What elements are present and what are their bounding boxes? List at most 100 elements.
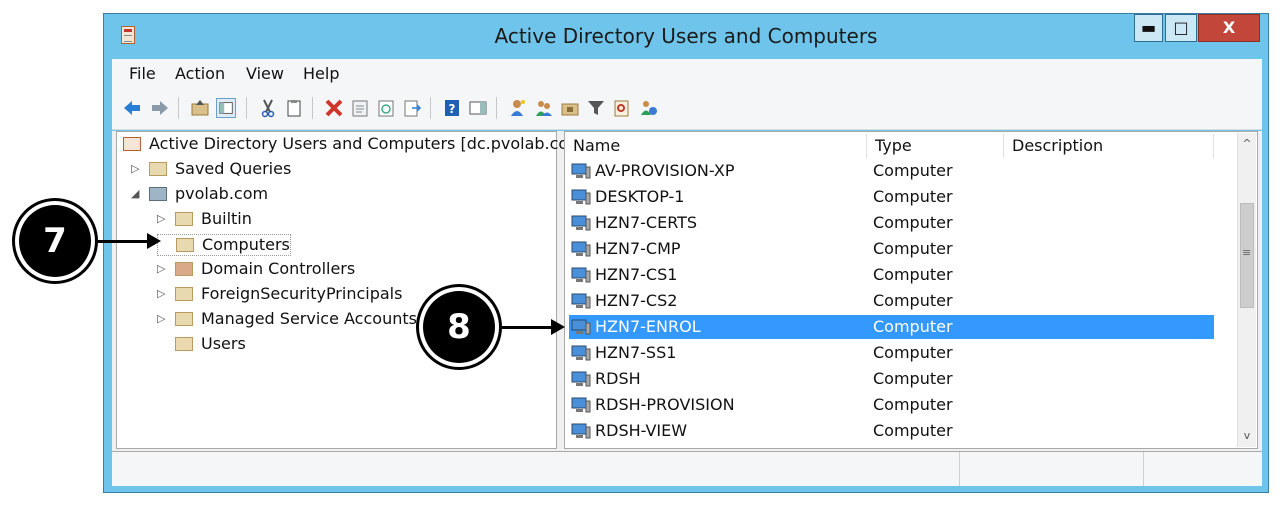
cut-icon[interactable] <box>258 98 278 118</box>
forward-icon[interactable] <box>150 98 170 118</box>
row-type: Computer <box>873 317 953 336</box>
list-row[interactable]: HZN7-CERTS Computer <box>569 211 1214 235</box>
svg-text:?: ? <box>449 102 456 116</box>
folder-icon <box>149 162 167 176</box>
scrollbar-grip-icon: ≡ <box>1242 246 1252 259</box>
row-type: Computer <box>873 291 953 310</box>
computer-icon <box>571 371 591 387</box>
aduc-icon <box>123 137 141 151</box>
list-row-selected[interactable]: HZN7-ENROL Computer <box>569 315 1214 339</box>
copy-icon[interactable] <box>284 98 304 118</box>
tree-root-label: Active Directory Users and Computers [dc… <box>149 134 591 153</box>
show-console-tree-icon[interactable] <box>216 98 236 118</box>
tree-item-label: Managed Service Accounts <box>201 309 417 328</box>
row-type: Computer <box>873 239 953 258</box>
tree-item-computers[interactable]: Computers <box>157 234 291 256</box>
tree-item-label: ForeignSecurityPrincipals <box>201 284 403 303</box>
row-name: HZN7-CS1 <box>595 265 678 284</box>
toolbar: ? <box>112 89 1262 130</box>
ou-icon <box>175 262 193 276</box>
client-area: Active Directory Users and Computers [dc… <box>112 131 1262 451</box>
row-type: Computer <box>873 343 953 362</box>
expand-icon[interactable]: ▷ <box>131 162 141 175</box>
toolbar-separator <box>178 97 179 119</box>
folder-icon <box>175 212 193 226</box>
column-header-description[interactable]: Description <box>1004 134 1214 158</box>
menu-action[interactable]: Action <box>175 64 225 83</box>
vertical-scrollbar[interactable]: ^ ≡ v <box>1237 133 1256 447</box>
toolbar-separator <box>312 97 313 119</box>
list-row[interactable]: HZN7-CS2 Computer <box>569 289 1214 313</box>
scroll-down-icon[interactable]: v <box>1238 427 1256 445</box>
menu-view[interactable]: View <box>246 64 284 83</box>
new-group-icon[interactable] <box>534 98 554 118</box>
up-folder-icon[interactable] <box>190 98 210 118</box>
delete-icon[interactable] <box>324 98 344 118</box>
status-cell <box>112 452 960 486</box>
tree-item-label: Domain Controllers <box>201 259 356 278</box>
domain-icon <box>149 187 167 201</box>
computer-icon <box>571 215 591 231</box>
toolbar-separator <box>496 97 497 119</box>
column-header-type[interactable]: Type <box>867 134 1004 158</box>
menu-file[interactable]: File <box>129 64 156 83</box>
list-row[interactable]: RDSH-PROVISION Computer <box>569 393 1214 417</box>
title-bar[interactable]: Active Directory Users and Computers ▬ □… <box>104 14 1268 58</box>
folder-icon <box>175 312 193 326</box>
row-name: HZN7-CMP <box>595 239 681 258</box>
list-row[interactable]: RDSH Computer <box>569 367 1214 391</box>
list-row[interactable]: HZN7-CMP Computer <box>569 237 1214 261</box>
tree-item-label: Computers <box>202 235 290 254</box>
window-title: Active Directory Users and Computers <box>494 24 878 48</box>
tree-item-label: Users <box>201 334 246 353</box>
refresh-icon[interactable] <box>376 98 396 118</box>
filter-icon[interactable] <box>586 98 606 118</box>
main-window: Active Directory Users and Computers ▬ □… <box>103 13 1269 493</box>
status-bar <box>112 451 1262 486</box>
menu-help[interactable]: Help <box>303 64 339 83</box>
callout-7: 7 <box>19 205 91 277</box>
status-cell <box>1144 452 1262 486</box>
help-icon[interactable]: ? <box>442 98 462 118</box>
row-type: Computer <box>873 187 953 206</box>
list-row[interactable]: RDSH-VIEW Computer <box>569 419 1214 443</box>
collapse-icon[interactable]: ◢ <box>131 187 141 200</box>
export-list-icon[interactable] <box>402 98 422 118</box>
expand-icon[interactable]: ▷ <box>157 262 167 275</box>
close-button[interactable]: X <box>1198 14 1260 42</box>
callout-8-arrowhead <box>551 319 565 335</box>
callout-7-arrow <box>96 240 148 243</box>
scrollbar-thumb[interactable]: ≡ <box>1240 203 1254 308</box>
row-name: HZN7-ENROL <box>595 317 701 336</box>
new-ou-icon[interactable] <box>560 98 580 118</box>
list-row[interactable]: HZN7-SS1 Computer <box>569 341 1214 365</box>
minimize-button[interactable]: ▬ <box>1134 14 1163 42</box>
menu-bar: File Action View Help <box>112 59 1262 89</box>
row-name: HZN7-CERTS <box>595 213 698 232</box>
add-to-group-icon[interactable] <box>638 98 658 118</box>
properties-icon[interactable] <box>350 98 370 118</box>
row-name: RDSH <box>595 369 641 388</box>
maximize-button[interactable]: □ <box>1165 14 1197 42</box>
column-header-name[interactable]: Name <box>565 134 867 158</box>
new-user-icon[interactable] <box>508 98 528 118</box>
row-name: DESKTOP-1 <box>595 187 685 206</box>
expand-icon[interactable]: ▷ <box>157 287 167 300</box>
list-row[interactable]: AV-PROVISION-XP Computer <box>569 159 1214 183</box>
scroll-up-icon[interactable]: ^ <box>1238 135 1256 153</box>
find-icon[interactable] <box>612 98 632 118</box>
expand-icon[interactable]: ▷ <box>157 212 167 225</box>
computer-icon <box>571 267 591 283</box>
row-name: HZN7-CS2 <box>595 291 678 310</box>
show-action-pane-icon[interactable] <box>468 98 488 118</box>
computer-icon <box>571 293 591 309</box>
row-name: RDSH-PROVISION <box>595 395 735 414</box>
computer-icon <box>571 241 591 257</box>
list-row[interactable]: HZN7-CS1 Computer <box>569 263 1214 287</box>
folder-icon <box>176 238 194 252</box>
folder-icon <box>175 287 193 301</box>
tree-item-label: Builtin <box>201 209 252 228</box>
expand-icon[interactable]: ▷ <box>157 312 167 325</box>
list-row[interactable]: DESKTOP-1 Computer <box>569 185 1214 209</box>
back-icon[interactable] <box>122 98 142 118</box>
